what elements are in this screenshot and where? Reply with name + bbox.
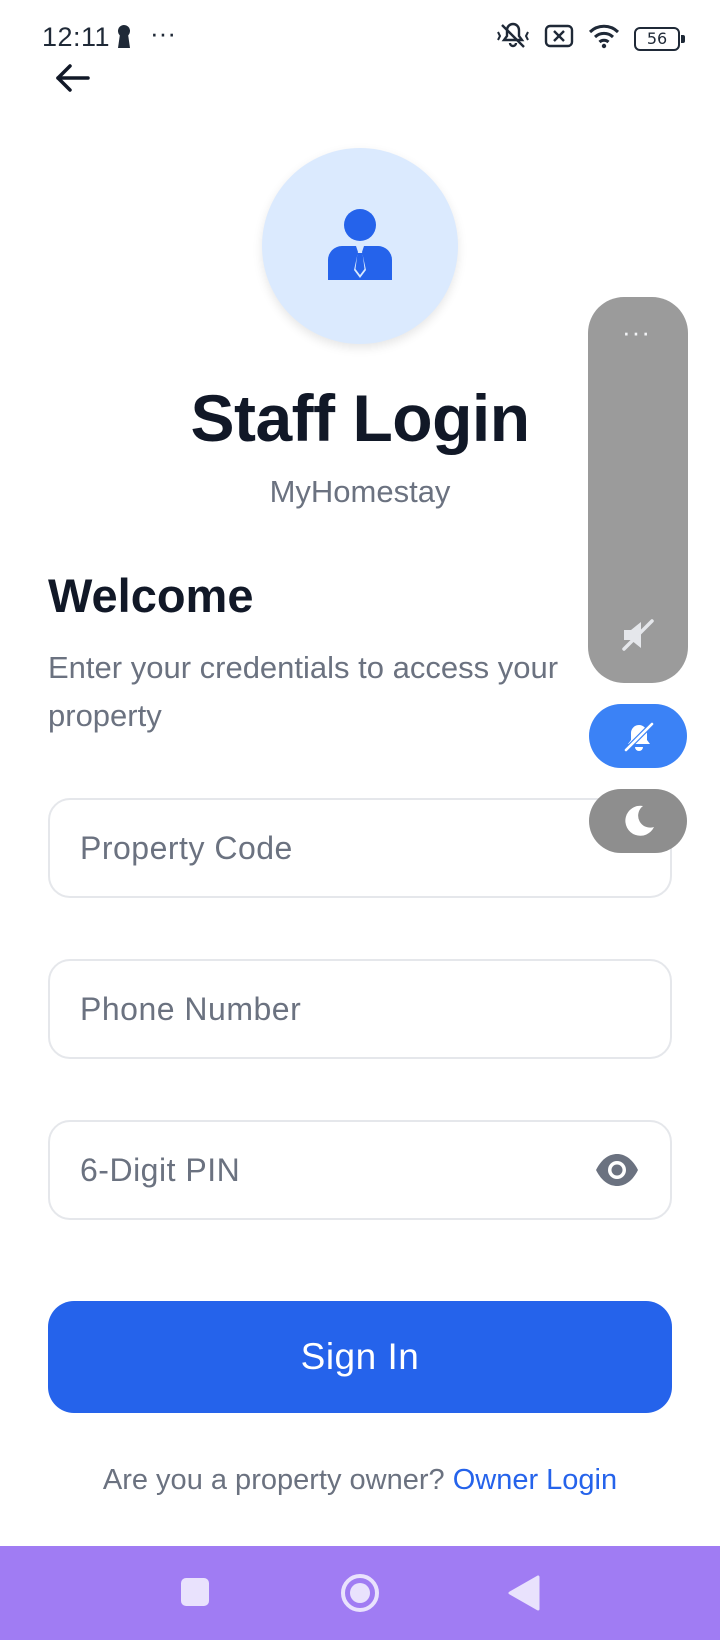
phone-number-input[interactable] [80,961,620,1057]
staff-avatar [262,148,458,344]
owner-login-link[interactable]: Owner Login [453,1464,617,1496]
circle-icon [341,1574,379,1612]
floating-tool-panel[interactable]: ··· [588,297,688,683]
staff-person-icon [328,209,392,280]
recents-button[interactable] [150,1546,240,1640]
vibrate-off-icon [496,22,530,55]
triangle-back-icon [508,1575,540,1611]
welcome-description: Enter your credentials to access your pr… [48,650,559,733]
status-time: 12:11 [42,22,111,52]
keyhole-icon [116,24,132,55]
owner-login-prompt: Are you a property owner? Owner Login [0,1464,720,1497]
sign-in-button[interactable]: Sign In [48,1301,672,1413]
phone-number-field[interactable] [48,959,672,1059]
silent-mode-toggle[interactable] [589,704,687,768]
moon-icon [625,805,654,836]
bell-off-icon [624,722,654,752]
eye-icon[interactable] [594,1152,640,1193]
back-nav-button[interactable] [478,1546,568,1640]
battery-indicator: 56 [634,26,685,51]
status-bar: 12:11 ··· 56 [0,0,720,80]
home-button[interactable] [315,1546,405,1640]
system-nav-bar [0,1546,720,1640]
dark-mode-toggle[interactable] [589,789,687,853]
panel-menu-dots[interactable]: ··· [622,319,651,345]
property-code-field[interactable] [48,798,672,898]
speaker-mute-icon[interactable] [620,617,656,658]
back-button[interactable] [50,58,94,102]
welcome-heading: Welcome [48,569,254,622]
wifi-icon [588,23,620,54]
pin-input[interactable] [80,1122,620,1218]
owner-prompt-text: Are you a property owner? [102,1464,453,1496]
property-code-input[interactable] [80,800,620,896]
arrow-left-icon [56,64,90,92]
square-icon [181,1578,209,1606]
status-overflow: ··· [150,18,176,48]
pin-field[interactable] [48,1120,672,1220]
data-off-icon [544,23,574,54]
